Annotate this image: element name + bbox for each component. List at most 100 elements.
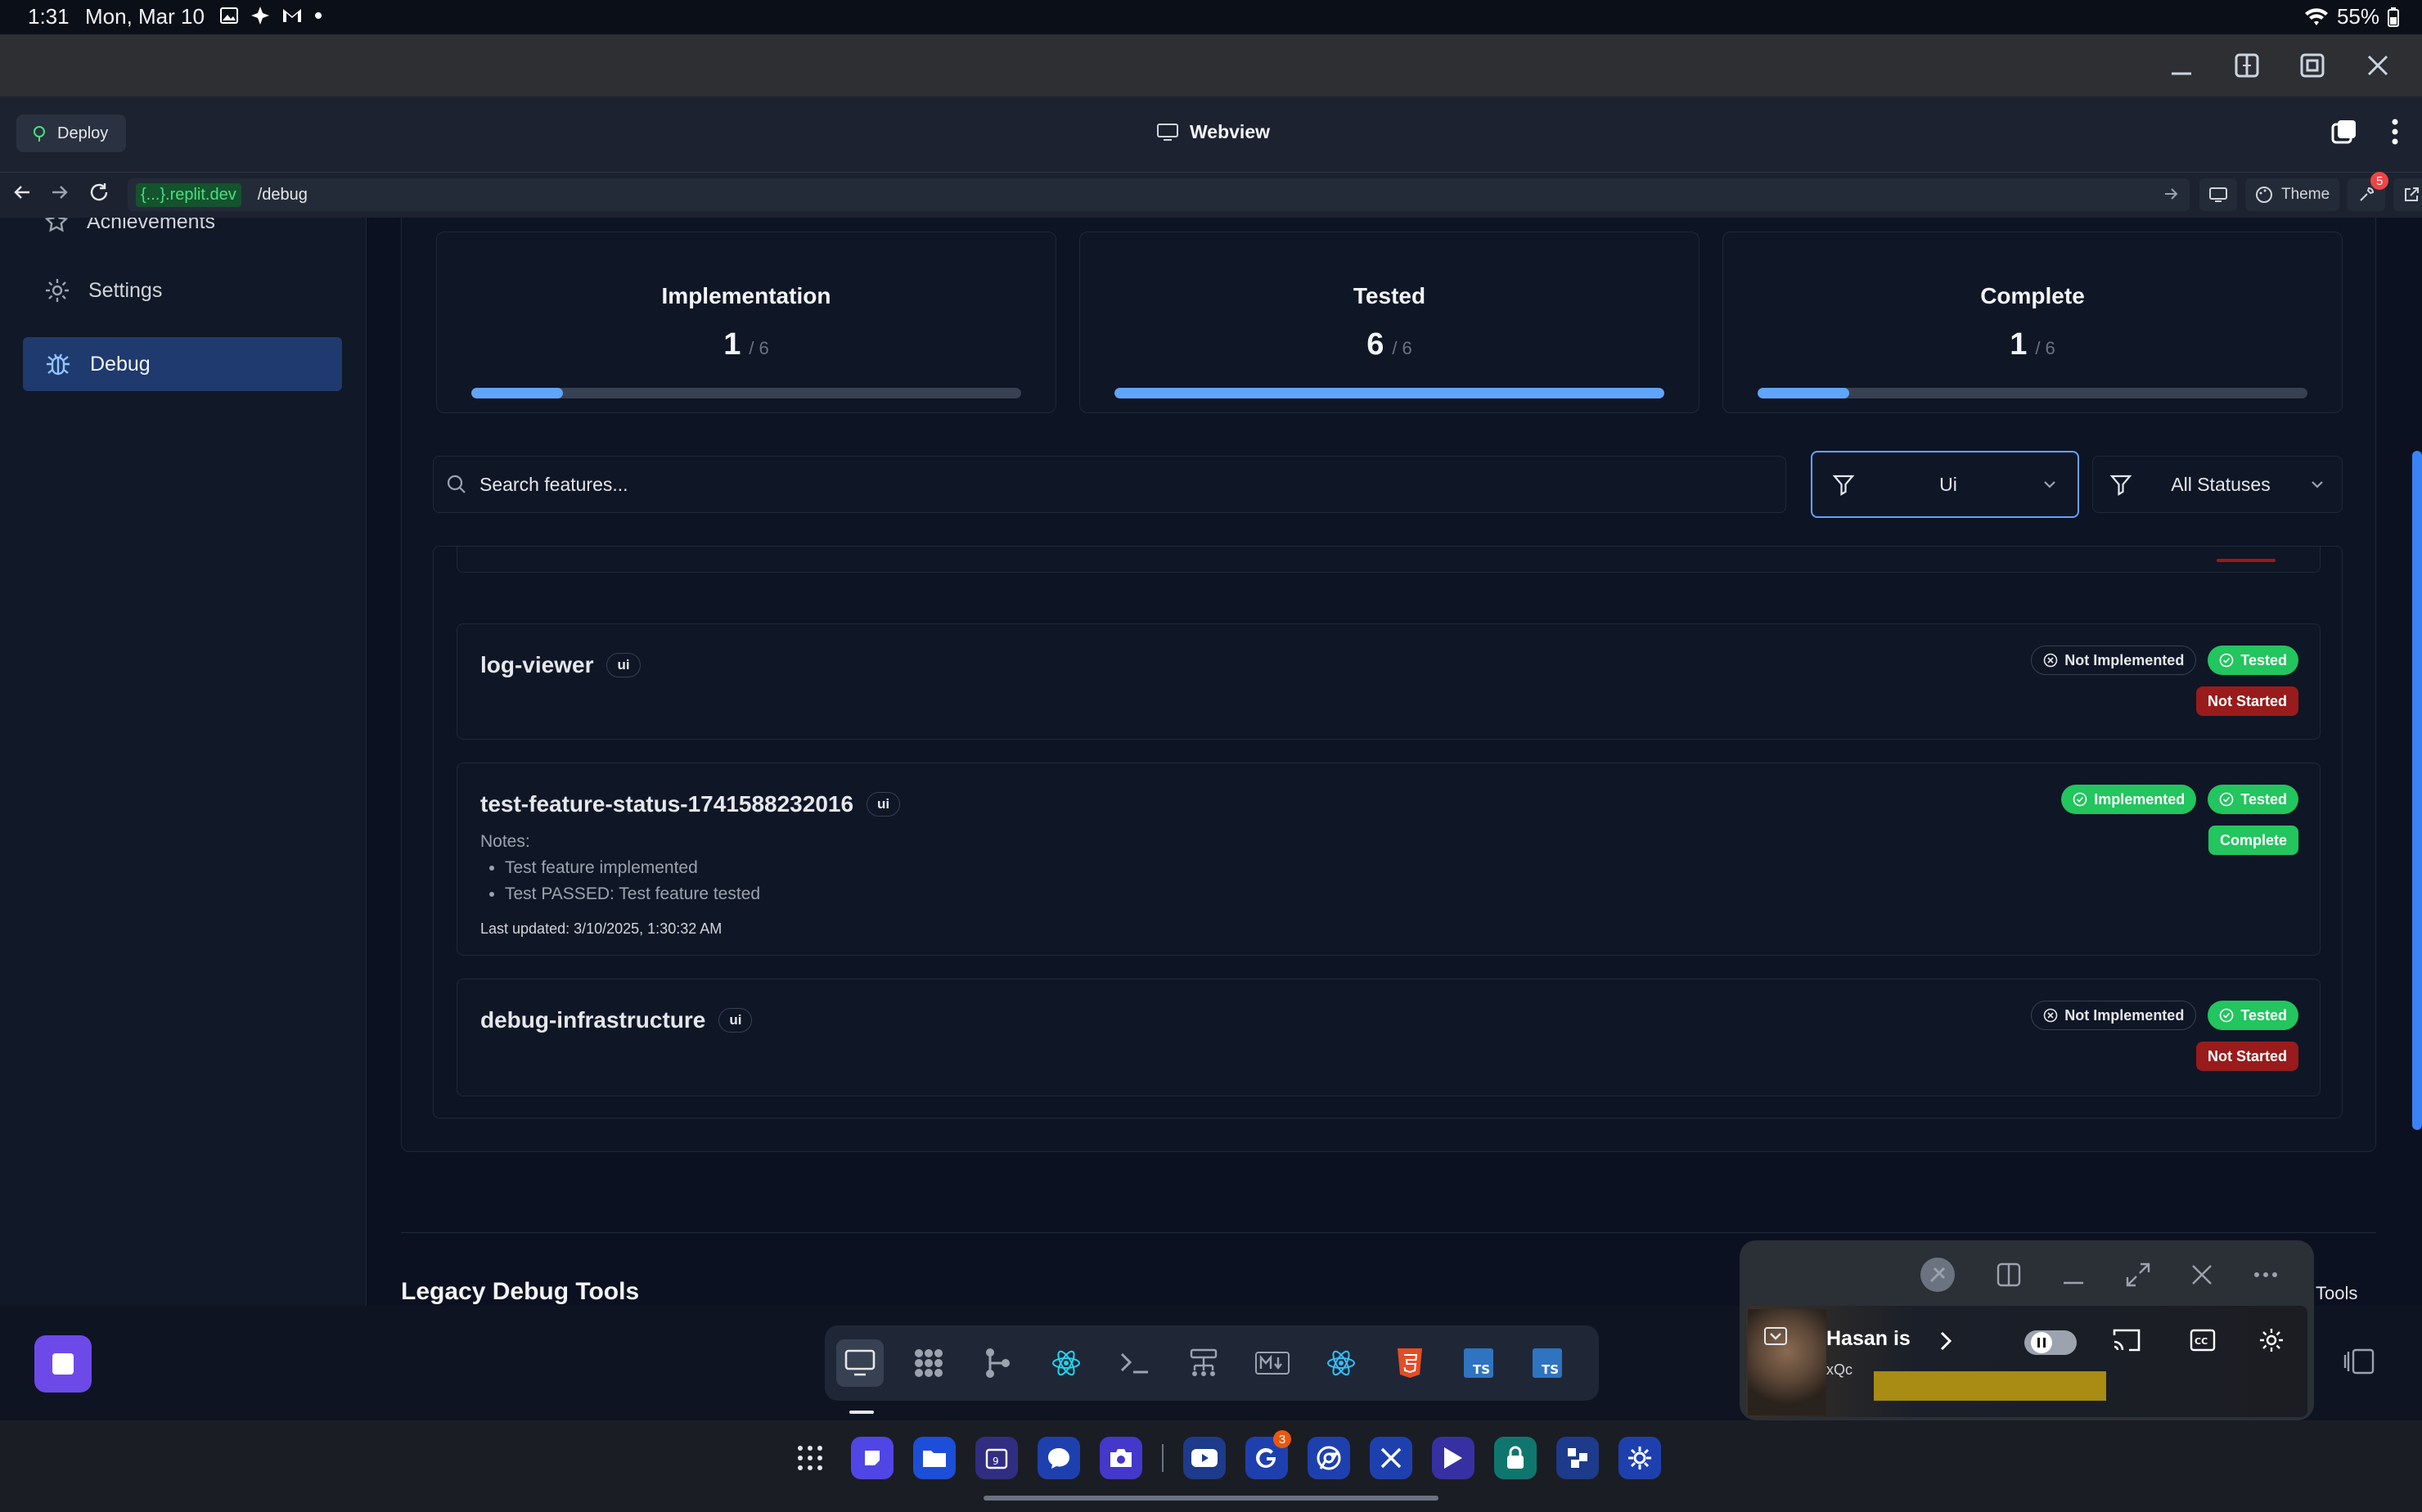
webview-tool[interactable]	[836, 1339, 884, 1387]
react-tool-2[interactable]	[1317, 1339, 1365, 1387]
progress-bar	[1114, 388, 1664, 398]
feature-badges: Not Implemented Tested Not Started	[2031, 1001, 2298, 1071]
notes-label: Notes:	[480, 832, 530, 851]
go-arrow-icon[interactable]	[2163, 185, 2180, 203]
feature-name: test-feature-status-1741588232016	[480, 791, 854, 817]
video-channel: xQc	[1826, 1361, 1853, 1378]
pip-window-controls	[1920, 1257, 2278, 1293]
sparkle-icon	[251, 7, 269, 25]
sidebar-item-settings[interactable]: Settings	[23, 263, 342, 317]
stat-title: Implementation	[661, 283, 831, 308]
stat-value: 6 / 6	[1080, 327, 1699, 362]
git-tool[interactable]	[974, 1339, 1021, 1387]
sidebar-item-achievements[interactable]: Achievements	[23, 218, 342, 249]
devtools-button[interactable]	[2199, 178, 2237, 211]
stat-card-tested: Tested 6 / 6	[1079, 232, 1699, 413]
files-app[interactable]	[913, 1437, 956, 1479]
sidebar-item-debug[interactable]: Debug	[23, 337, 342, 391]
react-tool[interactable]	[1042, 1339, 1090, 1387]
split-view-icon[interactable]	[1997, 1262, 2021, 1287]
pin-icon[interactable]	[1920, 1257, 1956, 1293]
typescript-tool[interactable]: TS	[1455, 1339, 1502, 1387]
status-filter-value: All Statuses	[2171, 473, 2271, 495]
status-filter-select[interactable]: All Statuses	[2092, 456, 2343, 513]
typescript-tool-2[interactable]: TS	[1524, 1339, 1571, 1387]
scrollbar[interactable]	[2412, 451, 2422, 1130]
webview-tab-title: Webview	[1157, 121, 1270, 143]
battery-text: 55%	[2336, 4, 2379, 29]
battery-icon	[2388, 7, 2399, 27]
secure-folder-app[interactable]	[1494, 1437, 1537, 1479]
replit-app-button[interactable]	[34, 1335, 92, 1393]
packages-tool[interactable]	[905, 1339, 952, 1387]
chevron-down-icon[interactable]	[1764, 1327, 1787, 1345]
app-drawer-button[interactable]	[789, 1437, 831, 1479]
feature-title: debug-infrastructure ui	[480, 1007, 753, 1033]
network-tool[interactable]	[1180, 1339, 1227, 1387]
panel-toggle-icon[interactable]	[2343, 1348, 2375, 1375]
webview-label: Webview	[1190, 121, 1270, 142]
smartthings-app[interactable]	[1556, 1437, 1599, 1479]
captions-icon[interactable]: CC	[2190, 1329, 2216, 1352]
split-view-icon[interactable]	[2231, 49, 2263, 82]
open-external-button[interactable]	[2393, 178, 2422, 211]
notification-icons	[219, 6, 322, 25]
feature-status-panel: Implementation 1 / 6 Tested 6 / 6 Complete…	[401, 218, 2376, 1152]
category-filter-select[interactable]: Ui	[1811, 451, 2079, 518]
shell-tool[interactable]	[1111, 1339, 1159, 1387]
minimize-icon[interactable]	[2165, 49, 2198, 82]
chevron-right-icon[interactable]	[1939, 1330, 1952, 1352]
feature-title: test-feature-status-1741588232016 ui	[480, 791, 901, 817]
check-circle-icon	[2220, 1008, 2234, 1023]
markdown-tool[interactable]	[1249, 1339, 1296, 1387]
browser-nav	[13, 182, 110, 203]
feature-name: log-viewer	[480, 652, 594, 677]
close-icon[interactable]	[2191, 1264, 2213, 1285]
html-tool[interactable]	[1386, 1339, 1434, 1387]
theme-button[interactable]: Theme	[2245, 178, 2340, 211]
calendar-app[interactable]: 9	[975, 1437, 1018, 1479]
tabs-icon[interactable]	[2330, 118, 2358, 146]
forward-icon[interactable]	[51, 183, 69, 201]
minimize-icon[interactable]	[2062, 1263, 2085, 1286]
badge-label: Tested	[2240, 651, 2287, 668]
settings-icon[interactable]	[2258, 1327, 2285, 1353]
network-icon	[1190, 1348, 1218, 1376]
back-icon[interactable]	[13, 183, 31, 201]
devtools-wrench-button[interactable]: 5	[2348, 172, 2389, 211]
deploy-button[interactable]: Deploy	[16, 115, 127, 152]
popup-view-icon[interactable]	[2296, 49, 2329, 82]
app-dock: 9 3	[789, 1430, 1661, 1479]
star-icon	[44, 218, 69, 232]
notes-app[interactable]	[851, 1437, 894, 1479]
more-vertical-icon[interactable]	[2391, 118, 2399, 146]
url-path: /debug	[257, 185, 308, 204]
settings-app[interactable]	[1618, 1437, 1661, 1479]
camera-app[interactable]	[1100, 1437, 1142, 1479]
note-item: Test feature implemented	[505, 855, 760, 881]
home-gesture-bar[interactable]	[984, 1496, 1438, 1501]
maximize-icon[interactable]	[2126, 1262, 2150, 1287]
x-app[interactable]	[1370, 1437, 1412, 1479]
stat-title: Complete	[1980, 283, 2085, 308]
legacy-tools-link[interactable]: Tools	[2316, 1283, 2357, 1304]
close-icon[interactable]	[2361, 49, 2394, 82]
active-tool-indicator	[849, 1411, 874, 1414]
reload-icon[interactable]	[88, 182, 110, 203]
branch-icon	[986, 1348, 1010, 1378]
stat-total: / 6	[749, 338, 769, 358]
cast-icon[interactable]	[2111, 1327, 2142, 1353]
youtube-app[interactable]	[1183, 1437, 1226, 1479]
clock: 1:31	[28, 4, 70, 29]
chrome-icon	[1317, 1446, 1341, 1470]
markdown-icon	[1255, 1352, 1290, 1375]
google-app[interactable]: 3	[1245, 1430, 1291, 1479]
chrome-app[interactable]	[1308, 1437, 1350, 1479]
autoplay-toggle[interactable]	[2024, 1330, 2077, 1355]
messages-app[interactable]	[1038, 1437, 1080, 1479]
play-store-app[interactable]	[1432, 1437, 1474, 1479]
url-input[interactable]: {...}.replit.dev /debug	[128, 178, 2190, 211]
more-horizontal-icon[interactable]	[2253, 1271, 2278, 1278]
search-input[interactable]: Search features...	[433, 456, 1786, 513]
stat-title: Tested	[1353, 283, 1426, 308]
